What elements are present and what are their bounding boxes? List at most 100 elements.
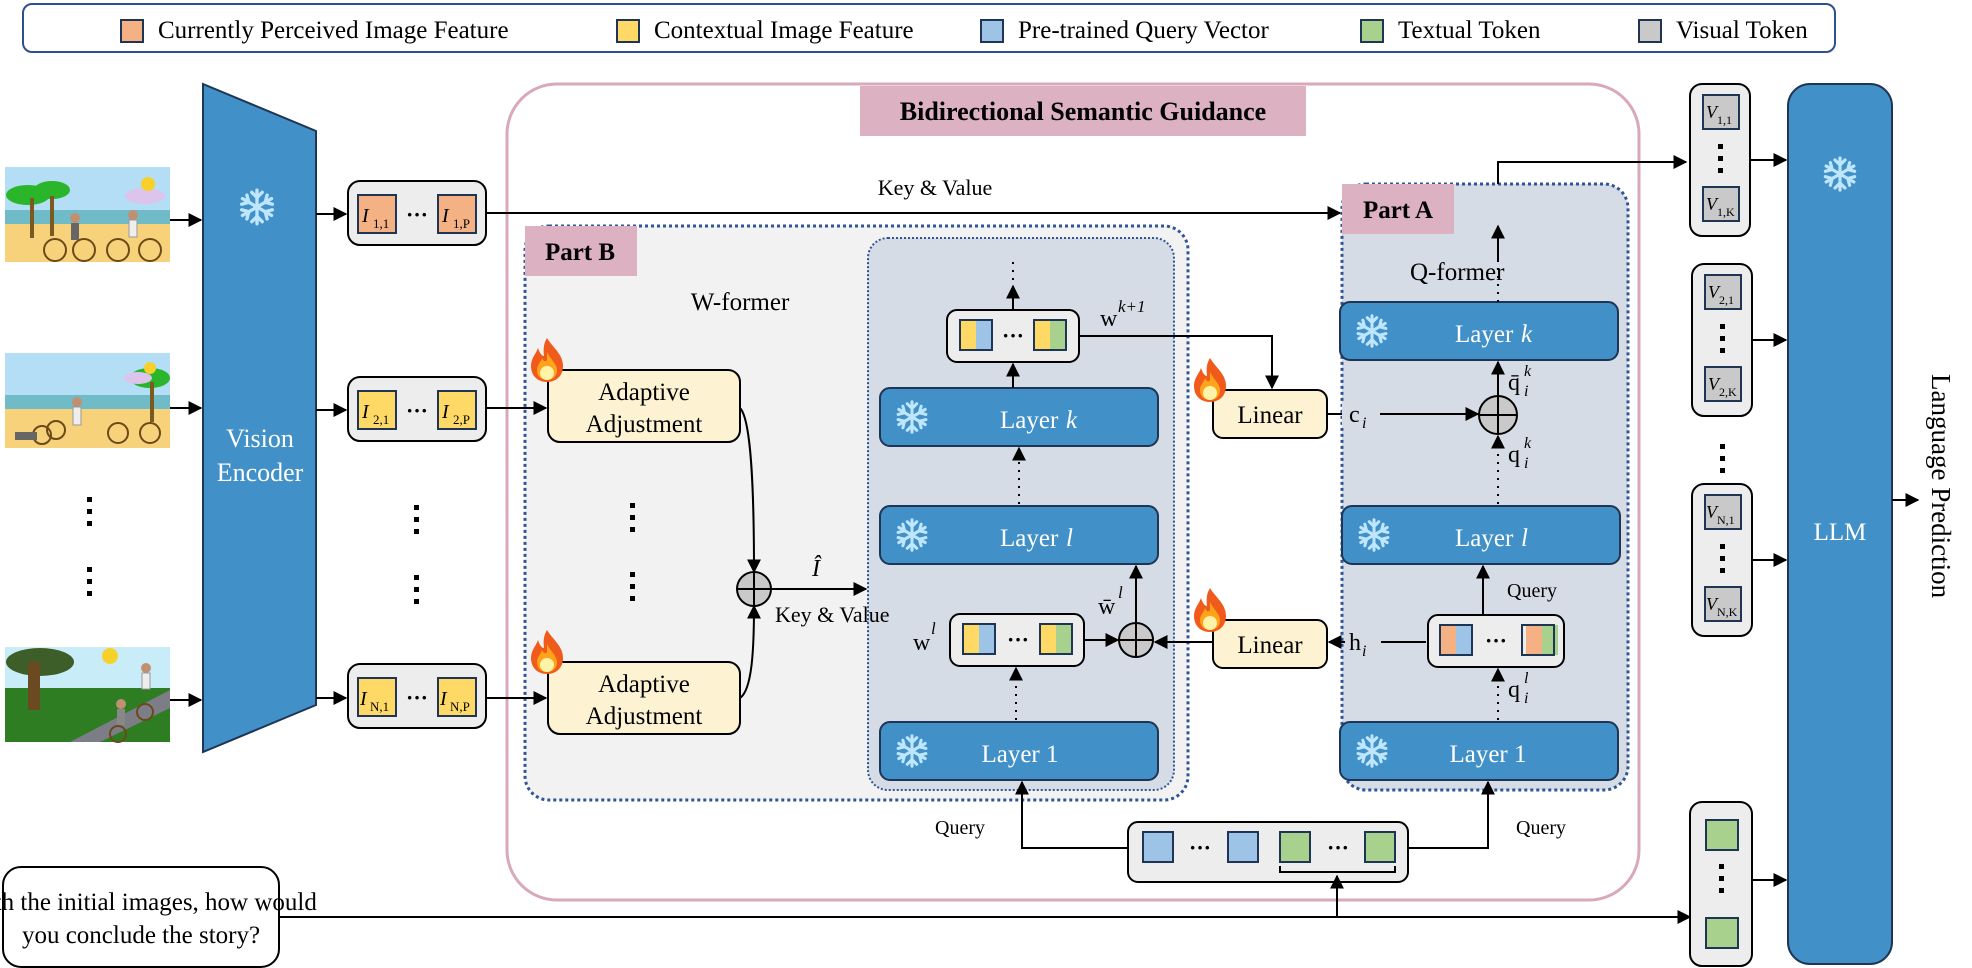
layer-label: Layer 1 (981, 741, 1058, 768)
layer-label: Layer 1 (1449, 741, 1526, 768)
feature-label: I (441, 205, 450, 227)
linear-label: Linear (1237, 632, 1303, 659)
visual-token-arrow (1497, 155, 1688, 184)
w-l-label: w (913, 630, 931, 656)
w-bar-l-sup: l (1118, 583, 1123, 602)
ellipsis: ··· (1327, 835, 1349, 860)
q-k-sub: i (1524, 455, 1528, 472)
vision-encoder-label: Encoder (217, 458, 304, 487)
ellipsis: ··· (1002, 323, 1024, 348)
fire-icon (1194, 588, 1226, 632)
part-a-label: Part A (1363, 197, 1433, 224)
w-k1-label: w (1100, 306, 1118, 332)
feature-ellipsis-icon (414, 505, 419, 604)
visual-token-sub: N,1 (1717, 513, 1735, 527)
query-label: Query (1507, 580, 1557, 602)
label-bg (1342, 402, 1380, 428)
bsg-title: Bidirectional Semantic Guidance (900, 97, 1266, 126)
visual-token-sub: 2,1 (1719, 293, 1734, 307)
ellipsis: ··· (406, 685, 428, 710)
feature-label: I (361, 205, 370, 227)
w-k1-token-group: ··· (946, 309, 1080, 363)
feature-group-n: I N,1 I N,P ··· (347, 663, 487, 729)
sum-node (1118, 622, 1154, 658)
visual-token-group-2: V 2,1 V 2,K (1691, 263, 1753, 417)
key-value-label: Key & Value (775, 602, 889, 627)
key-value-label: Key & Value (878, 175, 992, 200)
sum-node (736, 571, 772, 607)
vision-encoder (202, 82, 317, 754)
w-l-sup: l (931, 619, 936, 638)
scene-ellipsis-icon (87, 497, 92, 596)
text-token-group (1689, 801, 1753, 967)
w-layer-k: Layer k (879, 387, 1159, 447)
q-l-sup: l (1524, 670, 1529, 687)
feature-subscript: N,P (450, 699, 470, 714)
linear-label: Linear (1237, 402, 1303, 429)
w-bar-l-label: w̄ (1098, 594, 1116, 620)
layer-label: Layer (1455, 525, 1514, 552)
q-layer-k: Layer k (1339, 301, 1619, 361)
q-former-label: Q-former (1410, 259, 1505, 286)
architecture-diagram: Vision Encoder I 1,1 I 1,P ··· I 2,1 I 2… (0, 82, 1956, 968)
layer-label: Layer (1000, 407, 1059, 434)
scene-image-3 (5, 647, 170, 743)
feature-label: I (359, 688, 368, 710)
ellipsis: ··· (1485, 628, 1507, 653)
ellipsis: ··· (406, 398, 428, 423)
h-i-sub: i (1362, 643, 1366, 660)
fire-icon (1194, 358, 1226, 402)
linear-top: Linear (1212, 389, 1328, 439)
feature-label: I (441, 401, 450, 423)
scene-image-1 (5, 167, 170, 262)
feature-subscript: N,1 (370, 699, 389, 714)
prompt-box (2, 866, 280, 968)
q-bar-k-sub: i (1524, 383, 1528, 400)
vision-encoder-label: Vision (226, 424, 294, 453)
layer-var: l (1521, 525, 1528, 552)
c-i-sub: i (1362, 415, 1366, 432)
visual-token-sub: N,K (1717, 605, 1738, 619)
q-bar-k-sup: k (1524, 363, 1532, 380)
w-l-token-group: ··· (949, 613, 1085, 667)
llm-label: LLM (1814, 519, 1867, 546)
visual-token-sub: 1,K (1717, 205, 1735, 219)
q-l-sub: i (1524, 690, 1528, 707)
layer-label: Layer (1455, 321, 1514, 348)
prompt-text: you conclude the story? (22, 922, 260, 949)
feature-subscript: 1,1 (373, 216, 389, 231)
visual-group-ellipsis-icon (1720, 444, 1725, 473)
ellipsis: ··· (1007, 627, 1029, 652)
q-layer-1: Layer 1 (1339, 721, 1619, 781)
prompt-text: With the initial images, how would (0, 889, 317, 916)
w-layer-1: Layer 1 (879, 721, 1159, 781)
feature-label: I (439, 688, 448, 710)
scene-image-2 (5, 353, 170, 448)
w-k1-sup: k+1 (1118, 297, 1146, 316)
q-k-label: q (1508, 442, 1520, 468)
query-token-group: ··· ··· (1127, 821, 1409, 883)
visual-token-sub: 1,1 (1717, 113, 1732, 127)
w-layer-l: Layer l (879, 505, 1159, 565)
query-label: Query (935, 817, 985, 839)
visual-token-sub: 2,K (1719, 385, 1737, 399)
adaptive-label: Adaptive (598, 379, 690, 406)
ellipsis: ··· (406, 202, 428, 227)
feature-group-1: I 1,1 I 1,P ··· (347, 180, 487, 246)
visual-token-group-1: V 1,1 V 1,K (1689, 83, 1751, 237)
layer-label: Layer (1000, 525, 1059, 552)
layer-var: l (1066, 525, 1073, 552)
visual-token-group-n: V N,1 V N,K (1691, 483, 1753, 637)
language-prediction-label: Language Prediction (1926, 374, 1956, 599)
feature-subscript: 2,1 (373, 412, 389, 427)
feature-subscript: 2,P (453, 412, 470, 427)
query-label: Query (1516, 817, 1566, 839)
adaptive-label: Adjustment (586, 703, 703, 730)
layer-var: k (1521, 321, 1533, 348)
q-token-group: ··· (1427, 614, 1565, 668)
q-bar-k-label: q̄ (1508, 370, 1520, 396)
w-former-label: W-former (691, 289, 790, 316)
q-k-sup: k (1524, 435, 1532, 452)
ellipsis: ··· (1189, 835, 1211, 860)
q-layer-l: Layer l (1341, 505, 1621, 565)
